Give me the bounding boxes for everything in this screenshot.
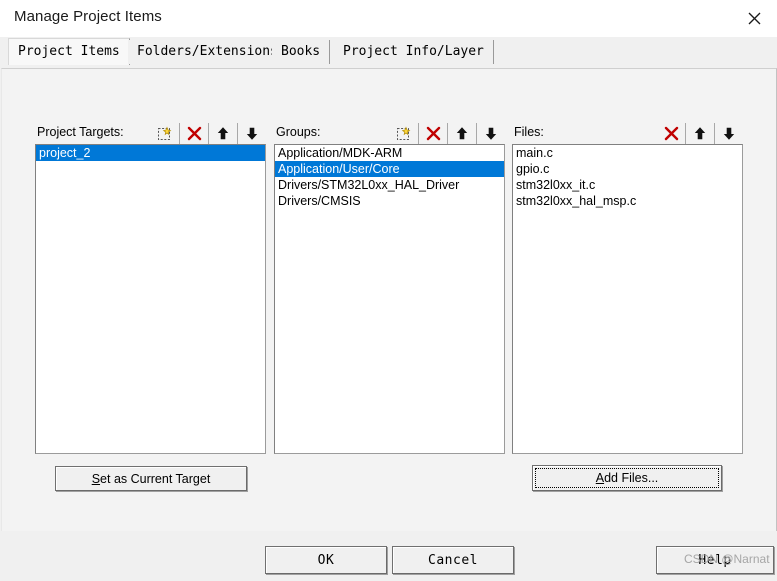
list-item[interactable]: stm32l0xx_hal_msp.c bbox=[513, 193, 742, 209]
files-header: Files: bbox=[512, 123, 743, 144]
tab-label: Books bbox=[281, 44, 321, 59]
groups-listbox[interactable]: Application/MDK-ARM Application/User/Cor… bbox=[274, 144, 505, 454]
tab-label: Project Info/Layer bbox=[343, 44, 484, 59]
title-bar: Manage Project Items bbox=[0, 0, 777, 38]
accel-letter: A bbox=[595, 471, 605, 485]
close-button[interactable] bbox=[731, 0, 777, 36]
dialog-button-bar: OK Cancel Help bbox=[0, 531, 777, 581]
files-listbox[interactable]: main.c gpio.c stm32l0xx_it.c stm32l0xx_h… bbox=[512, 144, 743, 454]
move-down-icon-button[interactable] bbox=[476, 123, 505, 144]
move-down-icon bbox=[484, 126, 498, 141]
move-up-icon bbox=[455, 126, 469, 141]
list-item[interactable]: Application/MDK-ARM bbox=[275, 145, 504, 161]
delete-icon bbox=[187, 126, 202, 141]
groups-header: Groups: bbox=[274, 123, 505, 144]
add-files-button[interactable]: Add Files... bbox=[532, 465, 722, 491]
list-item[interactable]: stm32l0xx_it.c bbox=[513, 177, 742, 193]
project-targets-listbox[interactable]: project_2 bbox=[35, 144, 266, 454]
new-item-icon bbox=[157, 126, 173, 141]
list-item[interactable]: project_2 bbox=[36, 145, 265, 161]
tab-project-items[interactable]: Project Items bbox=[8, 38, 130, 65]
delete-icon-button[interactable] bbox=[418, 123, 447, 144]
cancel-button[interactable]: Cancel bbox=[392, 546, 514, 574]
window-title: Manage Project Items bbox=[14, 8, 162, 25]
cancel-label: Cancel bbox=[428, 552, 478, 568]
tab-folders-extensions[interactable]: Folders/Extensions bbox=[128, 40, 288, 64]
delete-icon-button[interactable] bbox=[657, 123, 685, 144]
groups-toolbar bbox=[390, 123, 505, 144]
move-down-icon-button[interactable] bbox=[237, 123, 266, 144]
list-item[interactable]: Application/User/Core bbox=[275, 161, 504, 177]
tab-page-project-items: Project Targets: project_2 Groups: Appli… bbox=[1, 68, 777, 532]
delete-icon-button[interactable] bbox=[179, 123, 208, 144]
list-item[interactable]: Drivers/STM32L0xx_HAL_Driver bbox=[275, 177, 504, 193]
move-up-icon bbox=[216, 126, 230, 141]
move-up-icon-button[interactable] bbox=[685, 123, 714, 144]
groups-label: Groups: bbox=[276, 125, 321, 139]
tab-project-info-layer[interactable]: Project Info/Layer bbox=[334, 40, 494, 64]
tab-strip: Project Items Folders/Extensions Books P… bbox=[0, 37, 777, 69]
close-icon bbox=[748, 12, 761, 25]
move-up-icon-button[interactable] bbox=[447, 123, 476, 144]
new-item-icon-button[interactable] bbox=[151, 123, 179, 144]
move-up-icon bbox=[693, 126, 707, 141]
files-panel: Files: main.c gpio.c stm32l0xx_it.c stm3… bbox=[512, 123, 743, 454]
files-toolbar bbox=[657, 123, 743, 144]
set-as-current-target-button[interactable]: Set as Current Target bbox=[55, 466, 247, 491]
move-down-icon bbox=[722, 126, 736, 141]
add-files-label: Add Files... bbox=[595, 471, 659, 485]
help-label: Help bbox=[698, 552, 732, 568]
move-down-icon bbox=[245, 126, 259, 141]
list-item[interactable]: gpio.c bbox=[513, 161, 742, 177]
ok-button[interactable]: OK bbox=[265, 546, 387, 574]
new-item-icon bbox=[396, 126, 412, 141]
new-item-icon-button[interactable] bbox=[390, 123, 418, 144]
files-label: Files: bbox=[514, 125, 544, 139]
project-targets-panel: Project Targets: project_2 bbox=[35, 123, 266, 454]
tab-label: Project Items bbox=[18, 44, 120, 59]
tab-books[interactable]: Books bbox=[272, 40, 331, 64]
project-targets-toolbar bbox=[151, 123, 266, 144]
set-as-current-target-label: Set as Current Target bbox=[91, 471, 211, 486]
project-targets-header: Project Targets: bbox=[35, 123, 266, 144]
accel-letter: S bbox=[91, 471, 101, 486]
delete-icon bbox=[664, 126, 679, 141]
help-button[interactable]: Help bbox=[656, 546, 774, 574]
move-up-icon-button[interactable] bbox=[208, 123, 237, 144]
delete-icon bbox=[426, 126, 441, 141]
tab-label: Folders/Extensions bbox=[137, 44, 278, 59]
groups-panel: Groups: Application/MDK-ARM Application/… bbox=[274, 123, 505, 454]
list-item[interactable]: Drivers/CMSIS bbox=[275, 193, 504, 209]
project-targets-label: Project Targets: bbox=[37, 125, 124, 139]
ok-label: OK bbox=[317, 552, 335, 568]
move-down-icon-button[interactable] bbox=[714, 123, 743, 144]
list-item[interactable]: main.c bbox=[513, 145, 742, 161]
